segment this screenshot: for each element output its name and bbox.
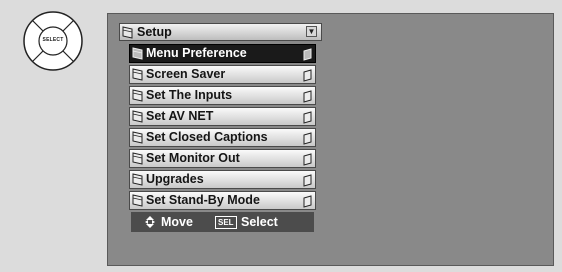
menu-title: Setup [137, 25, 172, 39]
menu-flag-icon [132, 68, 143, 81]
menu-flag-icon [132, 89, 143, 102]
menu-title-bar: Setup ▼ [119, 23, 322, 41]
menu-flag-icon [303, 111, 312, 124]
move-hint: Move [161, 215, 193, 229]
menu-flag-icon [132, 47, 143, 60]
menu-item-label: Set AV NET [146, 109, 214, 123]
menu-item-label: Set Closed Captions [146, 130, 268, 144]
select-hint: Select [241, 215, 278, 229]
tv-screen: Setup ▼ Menu Preference Screen Saver Set… [107, 13, 554, 266]
menu-item-set-stand-by-mode[interactable]: Set Stand-By Mode [129, 191, 316, 210]
menu-flag-icon [132, 110, 143, 123]
menu-help-footer: Move SEL Select [131, 212, 314, 232]
menu-item-label: Upgrades [146, 172, 204, 186]
menu-item-menu-preference[interactable]: Menu Preference [129, 44, 316, 63]
updown-arrows-icon [145, 216, 155, 228]
menu-flag-icon [303, 69, 312, 82]
menu-item-set-av-net[interactable]: Set AV NET [129, 107, 316, 126]
menu-item-screen-saver[interactable]: Screen Saver [129, 65, 316, 84]
menu-flag-icon [132, 194, 143, 207]
menu-item-label: Set Stand-By Mode [146, 193, 260, 207]
menu-flag-icon [303, 174, 312, 187]
menu-flag-icon [132, 173, 143, 186]
menu-item-set-monitor-out[interactable]: Set Monitor Out [129, 149, 316, 168]
menu-item-label: Screen Saver [146, 67, 226, 81]
remote-select-pad: SELECT [22, 10, 84, 72]
menu-item-upgrades[interactable]: Upgrades [129, 170, 316, 189]
select-button-label: SELECT [42, 37, 64, 43]
menu-flag-icon [303, 48, 312, 61]
menu-flag-icon [303, 195, 312, 208]
menu-flag-icon [303, 153, 312, 166]
menu-item-label: Set The Inputs [146, 88, 233, 102]
menu-flag-icon [132, 131, 143, 144]
sel-key-icon: SEL [215, 216, 237, 229]
menu-item-label: Menu Preference [146, 46, 247, 60]
menu-flag-icon [303, 132, 312, 145]
menu-flag-icon [122, 26, 133, 39]
menu-item-set-closed-captions[interactable]: Set Closed Captions [129, 128, 316, 147]
menu-item-label: Set Monitor Out [146, 151, 240, 165]
chevron-down-icon: ▼ [306, 26, 317, 37]
menu-flag-icon [132, 152, 143, 165]
menu-item-set-the-inputs[interactable]: Set The Inputs [129, 86, 316, 105]
menu-flag-icon [303, 90, 312, 103]
